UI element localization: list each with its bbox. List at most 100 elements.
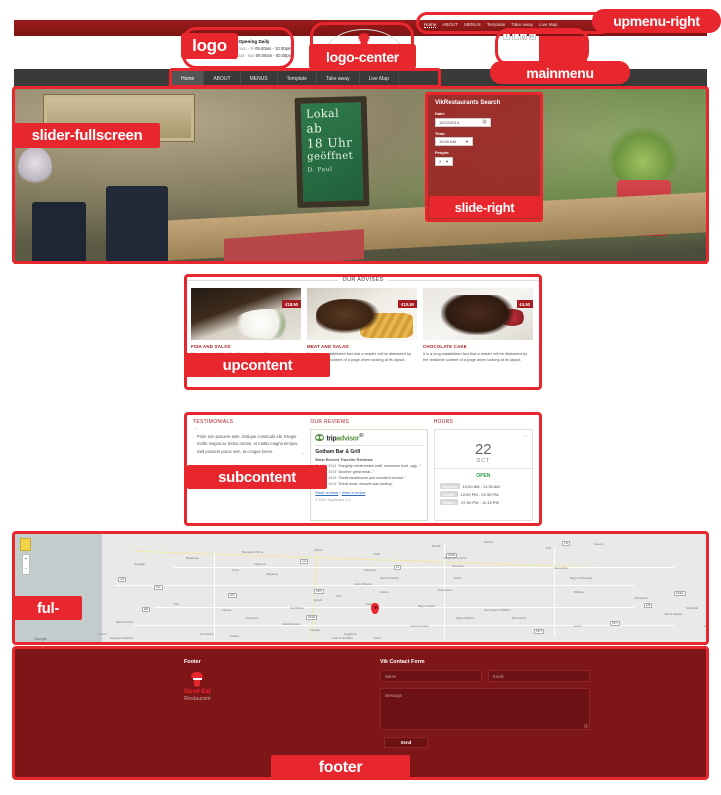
facebook-icon[interactable]: f bbox=[503, 33, 510, 40]
upmenu-item-livemap[interactable]: Live Map bbox=[539, 22, 558, 27]
message-field[interactable]: Message bbox=[380, 688, 590, 730]
annotation-logo: logo bbox=[181, 33, 238, 59]
live-map[interactable]: Montecatini Terme Pistoia Prato Massarosa Vi… bbox=[14, 533, 707, 643]
footer-brand-top: Good Eat bbox=[184, 689, 211, 695]
open-status: OPEN bbox=[476, 473, 491, 479]
map-label: Montevarchi bbox=[512, 617, 527, 620]
upmenu-item-menus[interactable]: MENUS bbox=[464, 22, 481, 27]
meal-tag: Dinner bbox=[439, 499, 459, 505]
testimonial-text: Proin non posuere ante, tristique commod… bbox=[197, 434, 299, 454]
mainmenu-item-home[interactable]: Home bbox=[172, 70, 205, 88]
tripadvisor-copyright: © 2014 TripAdvisor LLC bbox=[315, 498, 352, 503]
advise-card[interactable]: €4.50 CHOCOLATE CAKE It is a long establ… bbox=[423, 288, 533, 364]
section-heading: OUR ADVISES bbox=[187, 277, 540, 283]
map-label: Prato bbox=[374, 553, 381, 556]
tripadvisor-brand: tripadvisor® bbox=[315, 433, 423, 447]
main-menu[interactable]: Home ABOUT MENUS Template Take away Live… bbox=[172, 70, 399, 88]
map-label: Santa Sofia bbox=[554, 567, 568, 570]
upmenu-item-takeaway[interactable]: Take away bbox=[511, 22, 533, 27]
date-label: Date: bbox=[435, 111, 446, 116]
upmenu-item-about[interactable]: ABOUT bbox=[442, 22, 458, 27]
map-label: Gubbio bbox=[704, 625, 707, 628]
map-label: Pistoia bbox=[314, 549, 322, 552]
map-label: Bagno a Ripoli bbox=[418, 605, 435, 608]
opening-time: 09.00am - 00.00pm bbox=[255, 52, 293, 58]
map-label: Città di Castello bbox=[664, 613, 683, 616]
zoom-in-button[interactable]: + bbox=[25, 557, 28, 562]
advise-title: FISH AND SALAD bbox=[191, 344, 231, 349]
fullscreen-slider[interactable]: Lokal ab 18 Uhr geöffnet D. Paul bbox=[14, 89, 707, 264]
annotation-subcontent: subcontent bbox=[187, 465, 327, 489]
opening-title: Opening Daily bbox=[238, 39, 270, 44]
mainmenu-item-menus[interactable]: MENUS bbox=[241, 70, 278, 88]
time-label: Time: bbox=[435, 130, 446, 136]
review-restaurant-name: Gotham Bar & Grill bbox=[315, 449, 361, 456]
meal-tag: Brunch bbox=[439, 483, 460, 489]
people-value: 2 bbox=[439, 158, 442, 164]
opening-row: sat - sun 09.00am - 00.00pm bbox=[239, 53, 293, 60]
people-select[interactable]: 2 ▼ bbox=[435, 156, 453, 166]
mainmenu-item-takeaway[interactable]: Take away bbox=[317, 70, 360, 88]
day-number: 22 bbox=[474, 441, 492, 458]
map-label: Altopascio bbox=[266, 573, 278, 576]
hours-widget: •• 22 OCT OPEN Brunch 10:00 AM - 11:30 A… bbox=[433, 429, 533, 521]
message-placeholder: Message bbox=[385, 693, 402, 698]
map-label: Forlì bbox=[546, 547, 552, 550]
review-text: "Great meat, dessert was lacking" bbox=[337, 482, 393, 487]
read-reviews-link[interactable]: Read reviews bbox=[315, 491, 338, 495]
mainmenu-item-template[interactable]: Template bbox=[278, 70, 317, 88]
map-label: Arezzo bbox=[574, 625, 583, 628]
opening-hours-block: Opening Daily mon - fri 09.00am - 10.00p… bbox=[239, 38, 293, 59]
tripadvisor-widget[interactable]: tripadvisor® Gotham Bar & Grill Most Rec… bbox=[310, 429, 428, 521]
social-icons[interactable]: f t g ✉ bbox=[503, 33, 536, 40]
map-label: Lucca bbox=[232, 569, 239, 572]
date-input[interactable]: 10/22/2014 ▦ bbox=[435, 117, 491, 127]
map-label: Rufina bbox=[454, 577, 462, 580]
people-label: People: bbox=[435, 150, 450, 155]
chalkboard-sign: Lokal ab 18 Uhr geöffnet D. Paul bbox=[294, 96, 370, 208]
send-button[interactable]: Send bbox=[384, 737, 428, 748]
search-title: VikRestaurants Search bbox=[435, 100, 501, 106]
map-label: Pomarance bbox=[200, 633, 214, 636]
footer-title: Footer bbox=[184, 659, 201, 665]
map-label: Greve in Chianti bbox=[410, 625, 429, 628]
map-label: Siena bbox=[374, 637, 381, 640]
upmenu-item-template[interactable]: Template bbox=[487, 22, 506, 27]
mainmenu-item-livemap[interactable]: Live Map bbox=[360, 70, 399, 88]
upmenu-item-home[interactable]: Home bbox=[424, 22, 437, 28]
map-label: Dicomano bbox=[452, 565, 464, 568]
cake-photo: €4.50 bbox=[423, 288, 533, 340]
price-badge: €4.50 bbox=[516, 300, 533, 308]
widget-dots-icon: •• bbox=[523, 433, 528, 438]
pegman-icon[interactable] bbox=[20, 538, 31, 551]
meal-time: 12:00 PM - 02:30 PM bbox=[460, 491, 499, 497]
chalk-line-4: geöffnet bbox=[306, 150, 354, 163]
chalk-line-3: 18 Uhr bbox=[306, 135, 353, 151]
review-text: "Great steakhouse and excellent service.… bbox=[337, 476, 406, 481]
mail-icon[interactable]: ✉ bbox=[528, 33, 536, 40]
mainmenu-item-about[interactable]: ABOUT bbox=[204, 70, 241, 88]
footer-logo[interactable]: Good Eat Restaurant bbox=[184, 672, 211, 703]
zoom-out-button[interactable]: − bbox=[25, 566, 28, 572]
upper-menu[interactable]: Home ABOUT MENUS Template Take away Live… bbox=[420, 17, 610, 32]
email-placeholder: Email bbox=[493, 673, 504, 679]
map-label: Castelfiorentino bbox=[282, 623, 301, 626]
review-links[interactable]: Read reviews | Write a review bbox=[315, 491, 422, 495]
map-zoom-controls[interactable]: + − bbox=[22, 554, 30, 575]
googleplus-icon[interactable]: g bbox=[520, 33, 527, 40]
map-label: Viareggio bbox=[134, 563, 145, 566]
chevron-down-icon: ▼ bbox=[465, 139, 469, 144]
map-label: Poggibonsi bbox=[344, 633, 357, 636]
hours-row: Dinner 07:00 PM - 11:15 PM bbox=[435, 498, 532, 506]
advise-title: CHOCOLATE CAKE bbox=[423, 344, 467, 349]
chalk-line-1: Lokal bbox=[305, 106, 340, 121]
write-review-link[interactable]: Write a review bbox=[341, 491, 365, 495]
twitter-icon[interactable]: t bbox=[511, 33, 519, 40]
hours-row: Lunch 12:00 PM - 02:30 PM bbox=[435, 490, 532, 498]
map-label: Colle di Val d'Elsa bbox=[332, 637, 353, 640]
name-field[interactable]: Name bbox=[380, 670, 482, 682]
calendar-icon[interactable]: ▦ bbox=[482, 119, 487, 125]
map-label: San Giovanni Valdarno bbox=[484, 609, 511, 612]
email-field[interactable]: Email bbox=[488, 670, 590, 682]
time-select[interactable]: 10:00 AM ▼ bbox=[435, 137, 473, 146]
